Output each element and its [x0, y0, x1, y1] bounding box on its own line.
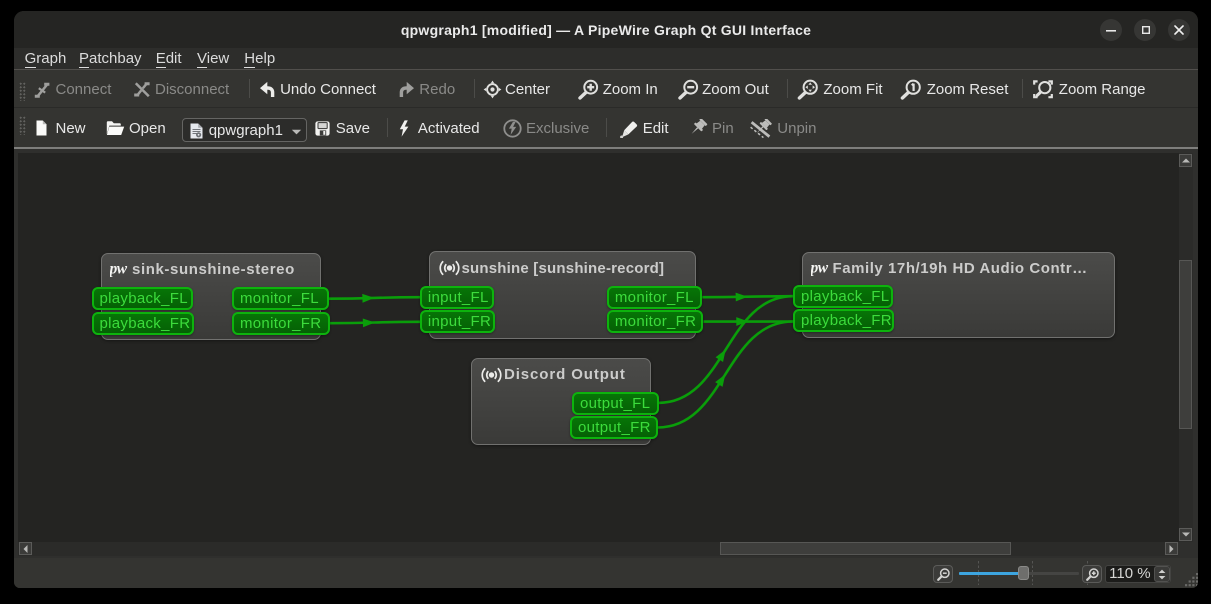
svg-text:pw: pw: [110, 261, 128, 278]
svg-text:pw: pw: [811, 260, 829, 277]
